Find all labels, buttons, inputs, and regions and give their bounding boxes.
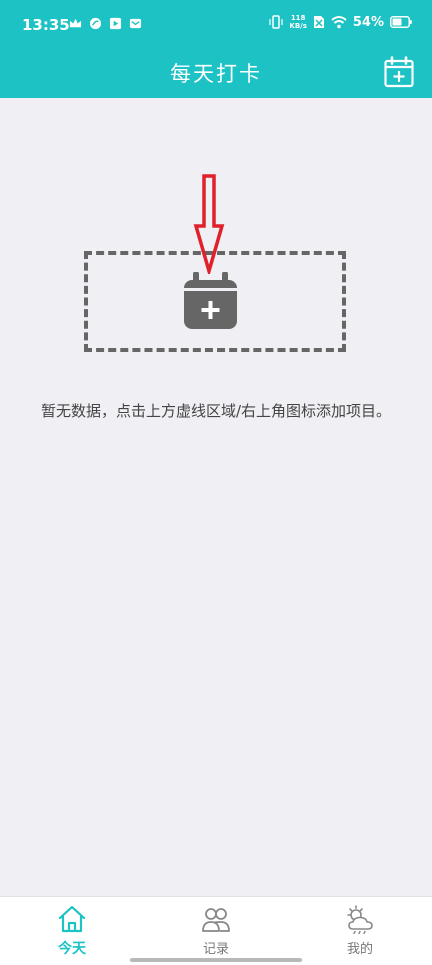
tab-records[interactable]: 记录 [144,897,288,965]
people-icon [202,908,230,932]
network-speed: 118 KB/s [289,14,306,30]
tab-mine[interactable]: 我的 [288,897,432,965]
page-title: 每天打卡 [170,62,262,86]
network-speed-unit: KB/s [289,22,307,30]
wifi-icon [331,16,347,29]
app-header: 每天打卡 [0,50,432,98]
leaf-icon [89,17,102,30]
bottom-tab-bar: 今天 记录 我的 [0,896,432,965]
calendar-add-icon[interactable] [383,56,415,88]
tab-today[interactable]: 今天 [0,897,144,965]
weather-icon [347,905,373,934]
notification-icons [69,17,142,30]
status-time: 13:35 [22,16,70,34]
battery-icon [390,16,412,28]
tab-label-mine: 我的 [346,942,373,957]
crown-icon [69,18,82,28]
home-icon [58,905,86,933]
network-speed-value: 118 [290,14,306,22]
tab-label-records: 记录 [202,942,229,957]
battery-percent: 54% [352,14,384,30]
home-indicator[interactable] [130,958,302,962]
empty-state-message: 暂无数据，点击上方虚线区域/右上角图标添加项目。 [40,402,392,420]
status-bar: 13:35 118 KB/s 54% [0,0,432,50]
sim-off-icon [313,16,324,28]
vibrate-icon [269,15,283,29]
system-icons: 118 KB/s 54% [269,14,412,30]
calendar-add-icon[interactable] [182,272,239,331]
tab-label-today: 今天 [58,941,86,957]
mail-icon [129,18,142,29]
red-down-arrow-icon [193,174,225,274]
play-icon [109,17,122,30]
